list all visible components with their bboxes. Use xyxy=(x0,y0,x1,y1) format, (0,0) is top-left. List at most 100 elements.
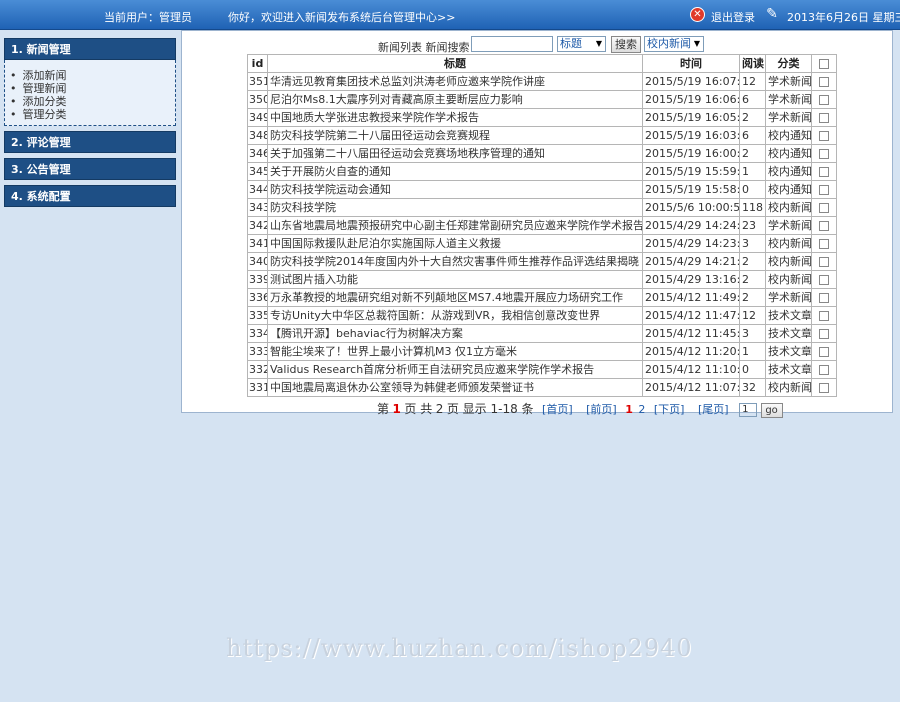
row-checkbox[interactable] xyxy=(819,256,829,267)
row-checkbox[interactable] xyxy=(819,130,829,141)
search-button[interactable]: 搜索 xyxy=(611,36,641,53)
row-reads: 0 xyxy=(739,360,766,379)
row-title-link[interactable]: 防灾科技学院2014年度国内外十大自然灾害事件师生推荐作品评选结果揭晓 xyxy=(267,252,643,271)
row-title-link[interactable]: 中国地质大学张进忠教授来学院作学术报告 xyxy=(267,108,643,127)
row-title-link[interactable]: 尼泊尔Ms8.1大震序列对青藏高原主要断层应力影响 xyxy=(267,90,643,109)
row-title-link[interactable]: 中国地震局离退休办公室领导为韩健老师颁发荣誉证书 xyxy=(267,378,643,397)
row-checkbox[interactable] xyxy=(819,112,829,123)
row-id: 346 xyxy=(247,144,268,163)
row-id: 331 xyxy=(247,378,268,397)
select-all-checkbox[interactable] xyxy=(819,58,829,69)
row-reads: 3 xyxy=(739,324,766,343)
row-title-link[interactable]: 测试图片插入功能 xyxy=(267,270,643,289)
row-title-link[interactable]: 山东省地震局地震预报研究中心副主任郑建常副研究员应邀来学院作学术报告 xyxy=(267,216,643,235)
table-row: 343防灾科技学院2015/5/6 10:00:56118校内新闻 xyxy=(247,198,837,217)
row-checkbox[interactable] xyxy=(819,148,829,159)
row-select xyxy=(811,360,837,379)
row-select xyxy=(811,288,837,307)
row-checkbox[interactable] xyxy=(819,220,829,231)
pager-mid: 页 共 xyxy=(404,402,433,416)
row-reads: 3 xyxy=(739,234,766,253)
search-field-value: 标题 xyxy=(560,37,582,50)
row-checkbox[interactable] xyxy=(819,166,829,177)
row-checkbox[interactable] xyxy=(819,310,829,321)
row-time: 2015/4/29 14:24:29 xyxy=(642,216,740,235)
row-checkbox[interactable] xyxy=(819,202,829,213)
row-time: 2015/4/29 14:21:31 xyxy=(642,252,740,271)
chevron-down-icon: ▼ xyxy=(595,39,602,48)
row-checkbox[interactable] xyxy=(819,238,829,249)
search-label: 新闻列表 新闻搜索： xyxy=(378,41,481,54)
search-input[interactable] xyxy=(471,36,553,52)
row-time: 2015/4/12 11:47:00 xyxy=(642,306,740,325)
page-number-input[interactable]: 1 xyxy=(739,403,758,417)
search-field-select[interactable]: 标题 ▼ xyxy=(557,36,606,52)
row-checkbox[interactable] xyxy=(819,382,829,393)
menu-notice-management[interactable]: 3. 公告管理 xyxy=(4,158,176,180)
sidebar-item-manage-category[interactable]: 管理分类 xyxy=(10,108,175,121)
watermark: https://www.huzhan.com/ishop2940 xyxy=(226,634,693,662)
page-1-link[interactable]: 1 xyxy=(625,403,633,416)
table-row: 345关于开展防火自查的通知2015/5/19 15:59:231校内通知 xyxy=(247,162,837,181)
pager-current: 1 xyxy=(392,402,401,416)
row-time: 2015/5/19 16:03:12 xyxy=(642,126,740,145)
row-title-link[interactable]: 华清远见教育集团技术总监刘洪涛老师应邀来学院作讲座 xyxy=(267,72,643,91)
row-title-link[interactable]: 专访Unity大中华区总裁符国新：从游戏到VR，我相信创意改变世界 xyxy=(267,306,643,325)
row-checkbox[interactable] xyxy=(819,76,829,87)
go-button[interactable]: go xyxy=(760,402,783,418)
first-page-link[interactable]: [首页] xyxy=(542,403,573,416)
logout-icon[interactable]: ✕ xyxy=(690,7,705,22)
row-title-link[interactable]: 万永革教授的地震研究组对新不列颠地区MS7.4地震开展应力场研究工作 xyxy=(267,288,643,307)
row-reads: 1 xyxy=(739,342,766,361)
row-title-link[interactable]: 智能尘埃来了！世界上最小计算机M3 仅1立方毫米 xyxy=(267,342,643,361)
row-title-link[interactable]: 防灾科技学院第二十八届田径运动会竞赛规程 xyxy=(267,126,643,145)
row-reads: 2 xyxy=(739,270,766,289)
row-checkbox[interactable] xyxy=(819,346,829,357)
row-id: 351 xyxy=(247,72,268,91)
row-reads: 2 xyxy=(739,288,766,307)
row-checkbox[interactable] xyxy=(819,184,829,195)
row-reads: 12 xyxy=(739,72,766,91)
row-title-link[interactable]: 关于加强第二十八届田径运动会竞赛场地秩序管理的通知 xyxy=(267,144,643,163)
row-checkbox[interactable] xyxy=(819,274,829,285)
row-category: 校内通知 xyxy=(765,126,812,145)
sidebar-item-manage-news[interactable]: 管理新闻 xyxy=(10,82,175,95)
last-page-link[interactable]: [尾页] xyxy=(698,403,729,416)
row-title-link[interactable]: 中国国际救援队赴尼泊尔实施国际人道主义救援 xyxy=(267,234,643,253)
logout-link[interactable]: 退出登录 xyxy=(711,9,755,25)
row-checkbox[interactable] xyxy=(819,364,829,375)
col-header-reads: 阅读 xyxy=(739,54,766,73)
row-category: 学术新闻 xyxy=(765,72,812,91)
table-header-row: id 标题 时间 阅读 分类 xyxy=(247,54,837,73)
menu-comment-management[interactable]: 2. 评论管理 xyxy=(4,131,176,153)
row-reads: 23 xyxy=(739,216,766,235)
row-reads: 32 xyxy=(739,378,766,397)
row-checkbox[interactable] xyxy=(819,94,829,105)
menu-news-management[interactable]: 1. 新闻管理 xyxy=(4,38,176,60)
row-title-link[interactable]: 防灾科技学院 xyxy=(267,198,643,217)
row-id: 332 xyxy=(247,360,268,379)
row-title-link[interactable]: Validus Research首席分析师王自法研究员应邀来学院作学术报告 xyxy=(267,360,643,379)
current-user: 当前用户：管理员 xyxy=(104,11,192,24)
table-body: 351华清远见教育集团技术总监刘洪涛老师应邀来学院作讲座 2015/5/19 16… xyxy=(247,72,837,397)
next-page-link[interactable]: [下页] xyxy=(654,403,685,416)
row-title-link[interactable]: 防灾科技学院运动会通知 xyxy=(267,180,643,199)
sidebar-item-add-news[interactable]: 添加新闻 xyxy=(10,69,175,82)
table-row: 350尼泊尔Ms8.1大震序列对青藏高原主要断层应力影响2015/5/19 16… xyxy=(247,90,837,109)
row-category: 校内通知 xyxy=(765,144,812,163)
table-row: 336万永革教授的地震研究组对新不列颠地区MS7.4地震开展应力场研究工作201… xyxy=(247,288,837,307)
row-checkbox[interactable] xyxy=(819,292,829,303)
row-time: 2015/4/12 11:10:00 xyxy=(642,360,740,379)
category-select[interactable]: 校内新闻 ▼ xyxy=(644,36,704,52)
sidebar-item-add-category[interactable]: 添加分类 xyxy=(10,95,175,108)
prev-page-link[interactable]: [前页] xyxy=(586,403,617,416)
row-title-link[interactable]: 关于开展防火自查的通知 xyxy=(267,162,643,181)
row-reads: 0 xyxy=(739,180,766,199)
row-checkbox[interactable] xyxy=(819,328,829,339)
menu-system-config[interactable]: 4. 系统配置 xyxy=(4,185,176,207)
top-bar: 当前用户：管理员 你好，欢迎进入新闻发布系统后台管理中心>> ✕ 退出登录 ✎ … xyxy=(0,0,900,30)
row-title-link[interactable]: 【腾讯开源】behaviac行为树解决方案 xyxy=(267,324,643,343)
row-category: 校内新闻 xyxy=(765,198,812,217)
row-id: 339 xyxy=(247,270,268,289)
page-2-link[interactable]: 2 xyxy=(638,403,645,416)
